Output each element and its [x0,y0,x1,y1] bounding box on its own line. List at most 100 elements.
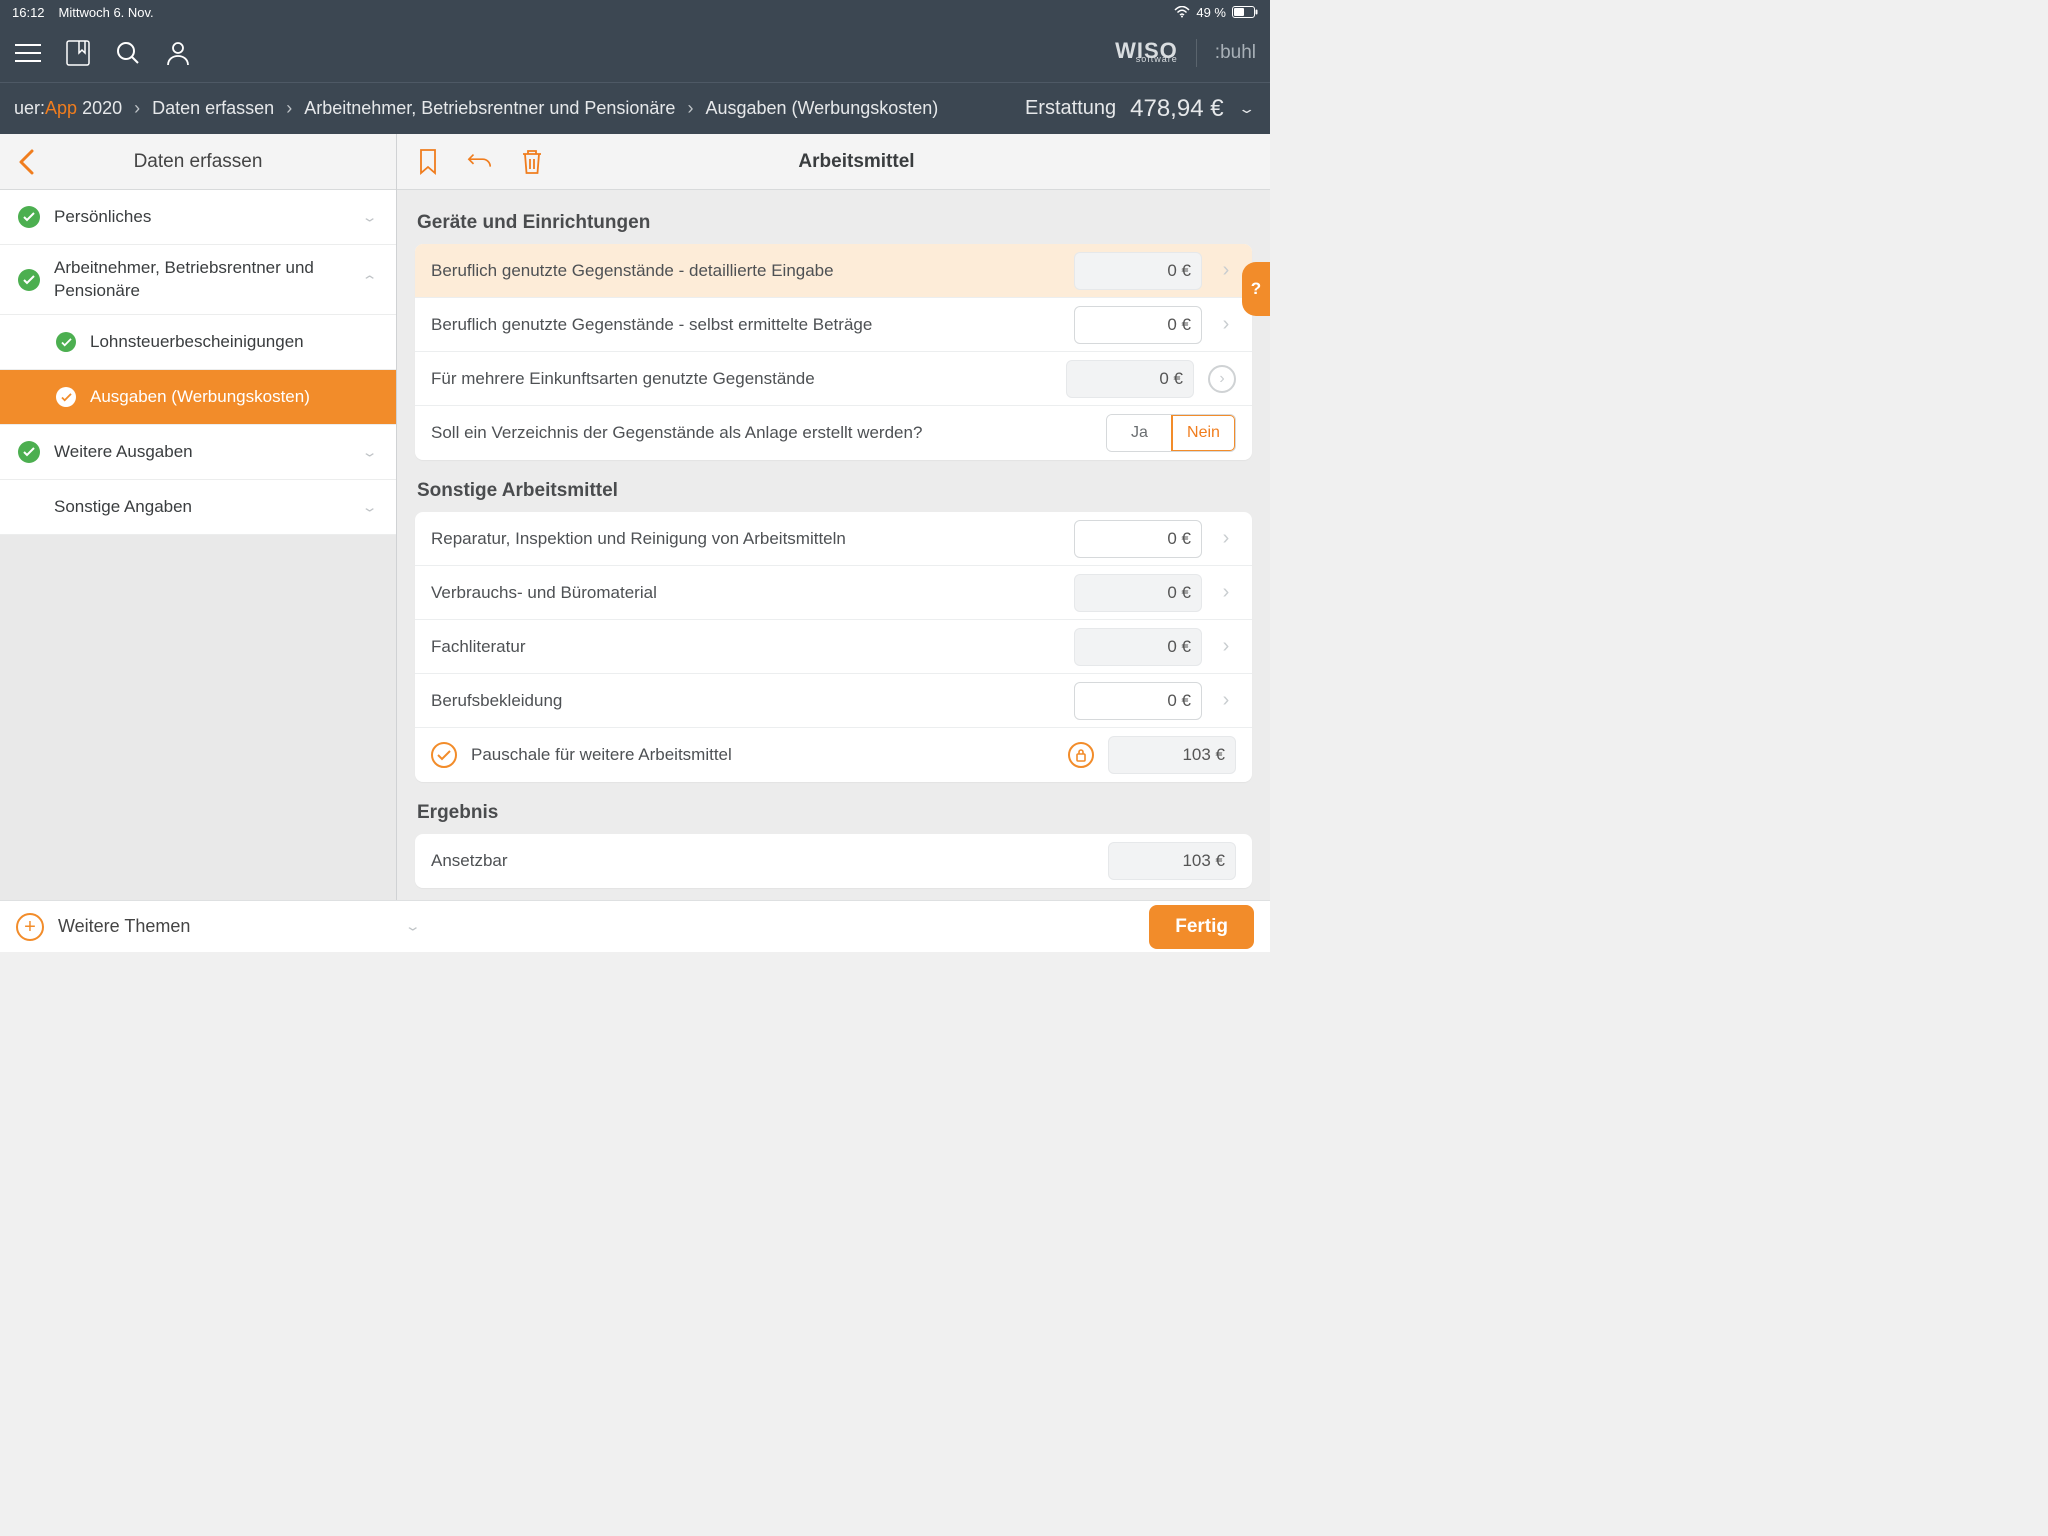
chevron-right-icon: › [1216,635,1236,658]
row-supplies[interactable]: Verbrauchs- und Büromaterial 0 € › [415,566,1252,620]
chevron-right-icon: › [1216,527,1236,550]
back-button[interactable] [18,149,34,175]
value-readonly: 0 € [1074,628,1202,666]
check-icon [18,441,40,463]
bookmarks-icon[interactable] [64,39,92,67]
sidebar-item-more-expenses[interactable]: Weitere Ausgaben ⌄ [0,425,396,480]
chevron-right-icon: › [134,98,140,119]
row-deductible: Ansetzbar 103 € [415,834,1252,888]
refund-display[interactable]: Erstattung 478,94 € ⌄ [1025,95,1256,123]
sidebar-item-wagetax[interactable]: Lohnsteuerbescheinigungen [0,315,396,370]
page-title: Arbeitsmittel [571,151,1252,173]
sidebar-item-label: Lohnsteuerbescheinigungen [90,332,378,352]
row-multi-income[interactable]: Für mehrere Einkunftsarten genutzte Gege… [415,352,1252,406]
row-clothing[interactable]: Berufsbekleidung 0 € › [415,674,1252,728]
plus-icon[interactable]: + [16,913,44,941]
crumb-app: App [45,98,77,119]
toggle-yes-no[interactable]: Ja Nein [1106,414,1236,452]
sidebar-item-personal[interactable]: Persönliches ⌄ [0,190,396,245]
chevron-right-icon: › [1216,689,1236,712]
checkbox-checked-icon[interactable] [431,742,457,768]
refund-label: Erstattung [1025,97,1116,120]
trash-icon[interactable] [519,149,545,175]
check-icon [18,206,40,228]
chevron-right-icon: › [1216,581,1236,604]
sidebar-item-label: Sonstige Angaben [54,497,347,517]
section-heading: Geräte und Einrichtungen [417,212,1250,234]
sidebar-item-expenses[interactable]: Ausgaben (Werbungskosten) [0,370,396,425]
value-readonly: 0 € [1074,574,1202,612]
top-nav: WISOsoftware :buhl [0,24,1270,82]
crumb-prefix: uer: [14,98,45,119]
row-label: Soll ein Verzeichnis der Gegenstände als… [431,423,1092,443]
sidebar-item-other[interactable]: Sonstige Angaben ⌄ [0,480,396,535]
sidebar-item-label: Arbeitnehmer, Betriebsrentner und Pensio… [54,257,347,301]
value-input[interactable]: 0 € [1074,520,1202,558]
check-icon [18,269,40,291]
brand-separator [1196,39,1197,67]
brand-buhl: :buhl [1215,42,1256,64]
crumb-item[interactable]: Ausgaben (Werbungskosten) [705,98,938,119]
row-literature[interactable]: Fachliteratur 0 € › [415,620,1252,674]
menu-icon[interactable] [14,39,42,67]
section-heading: Sonstige Arbeitsmittel [417,480,1250,502]
chevron-down-icon[interactable]: ⌄ [404,918,421,934]
row-attachment-question: Soll ein Verzeichnis der Gegenstände als… [415,406,1252,460]
profile-icon[interactable] [164,39,192,67]
sidebar: Daten erfassen Persönliches ⌄ Arbeitnehm… [0,134,397,900]
lock-icon [1068,742,1094,768]
chevron-right-circle-icon[interactable]: › [1208,365,1236,393]
sidebar-item-employee[interactable]: Arbeitnehmer, Betriebsrentner und Pensio… [0,245,396,315]
wifi-icon [1174,6,1190,18]
row-label: Fachliteratur [431,637,1060,657]
content-pane: Arbeitsmittel ? Geräte und Einrichtungen… [397,134,1270,900]
content-header: Arbeitsmittel [397,134,1270,190]
help-button[interactable]: ? [1242,262,1270,316]
row-repair[interactable]: Reparatur, Inspektion und Reinigung von … [415,512,1252,566]
value-readonly: 103 € [1108,736,1236,774]
chevron-down-icon: ⌄ [1238,101,1256,117]
sidebar-item-label: Weitere Ausgaben [54,442,347,462]
row-detailed-input[interactable]: Beruflich genutzte Gegenstände - detaill… [415,244,1252,298]
sidebar-item-label: Persönliches [54,207,347,227]
chevron-right-icon: › [1216,259,1236,282]
done-button[interactable]: Fertig [1149,905,1254,949]
chevron-down-icon: ⌄ [361,444,378,460]
chevron-down-icon: ⌄ [361,209,378,225]
row-label: Pauschale für weitere Arbeitsmittel [471,745,1054,765]
toggle-no[interactable]: Nein [1171,414,1236,452]
chevron-up-icon: ⌄ [361,271,378,287]
row-label: Für mehrere Einkunftsarten genutzte Gege… [431,369,1052,389]
chevron-down-icon: ⌄ [361,499,378,515]
chevron-right-icon: › [687,98,693,119]
value-input[interactable]: 0 € [1074,306,1202,344]
footer-bar: + Weitere Themen ⌄ Fertig [0,900,1270,952]
brand-wiso: WISOsoftware [1115,44,1178,63]
sidebar-header: Daten erfassen [0,134,396,190]
refund-amount: 478,94 € [1130,95,1223,123]
check-icon [56,387,76,407]
battery-percent: 49 % [1196,5,1226,20]
section-heading: Ergebnis [417,802,1250,824]
more-topics-label[interactable]: Weitere Themen [58,916,190,937]
status-time: 16:12 [12,5,45,20]
row-label: Verbrauchs- und Büromaterial [431,583,1060,603]
sidebar-item-label: Ausgaben (Werbungskosten) [90,387,378,407]
check-icon [56,332,76,352]
row-label: Beruflich genutzte Gegenstände - detaill… [431,261,1060,281]
row-self-determined[interactable]: Beruflich genutzte Gegenstände - selbst … [415,298,1252,352]
row-flatrate[interactable]: Pauschale für weitere Arbeitsmittel 103 … [415,728,1252,782]
value-input[interactable]: 0 € [1074,682,1202,720]
crumb-item[interactable]: Arbeitnehmer, Betriebsrentner und Pensio… [304,98,675,119]
crumb-item[interactable]: Daten erfassen [152,98,274,119]
value-readonly: 0 € [1074,252,1202,290]
status-bar: 16:12 Mittwoch 6. Nov. 49 % [0,0,1270,24]
sidebar-title: Daten erfassen [134,151,263,173]
row-label: Ansetzbar [431,851,1094,871]
undo-icon[interactable] [467,149,493,175]
search-icon[interactable] [114,39,142,67]
chevron-right-icon: › [1216,313,1236,336]
bookmark-icon[interactable] [415,149,441,175]
row-label: Beruflich genutzte Gegenstände - selbst … [431,315,1060,335]
toggle-yes[interactable]: Ja [1107,415,1172,451]
